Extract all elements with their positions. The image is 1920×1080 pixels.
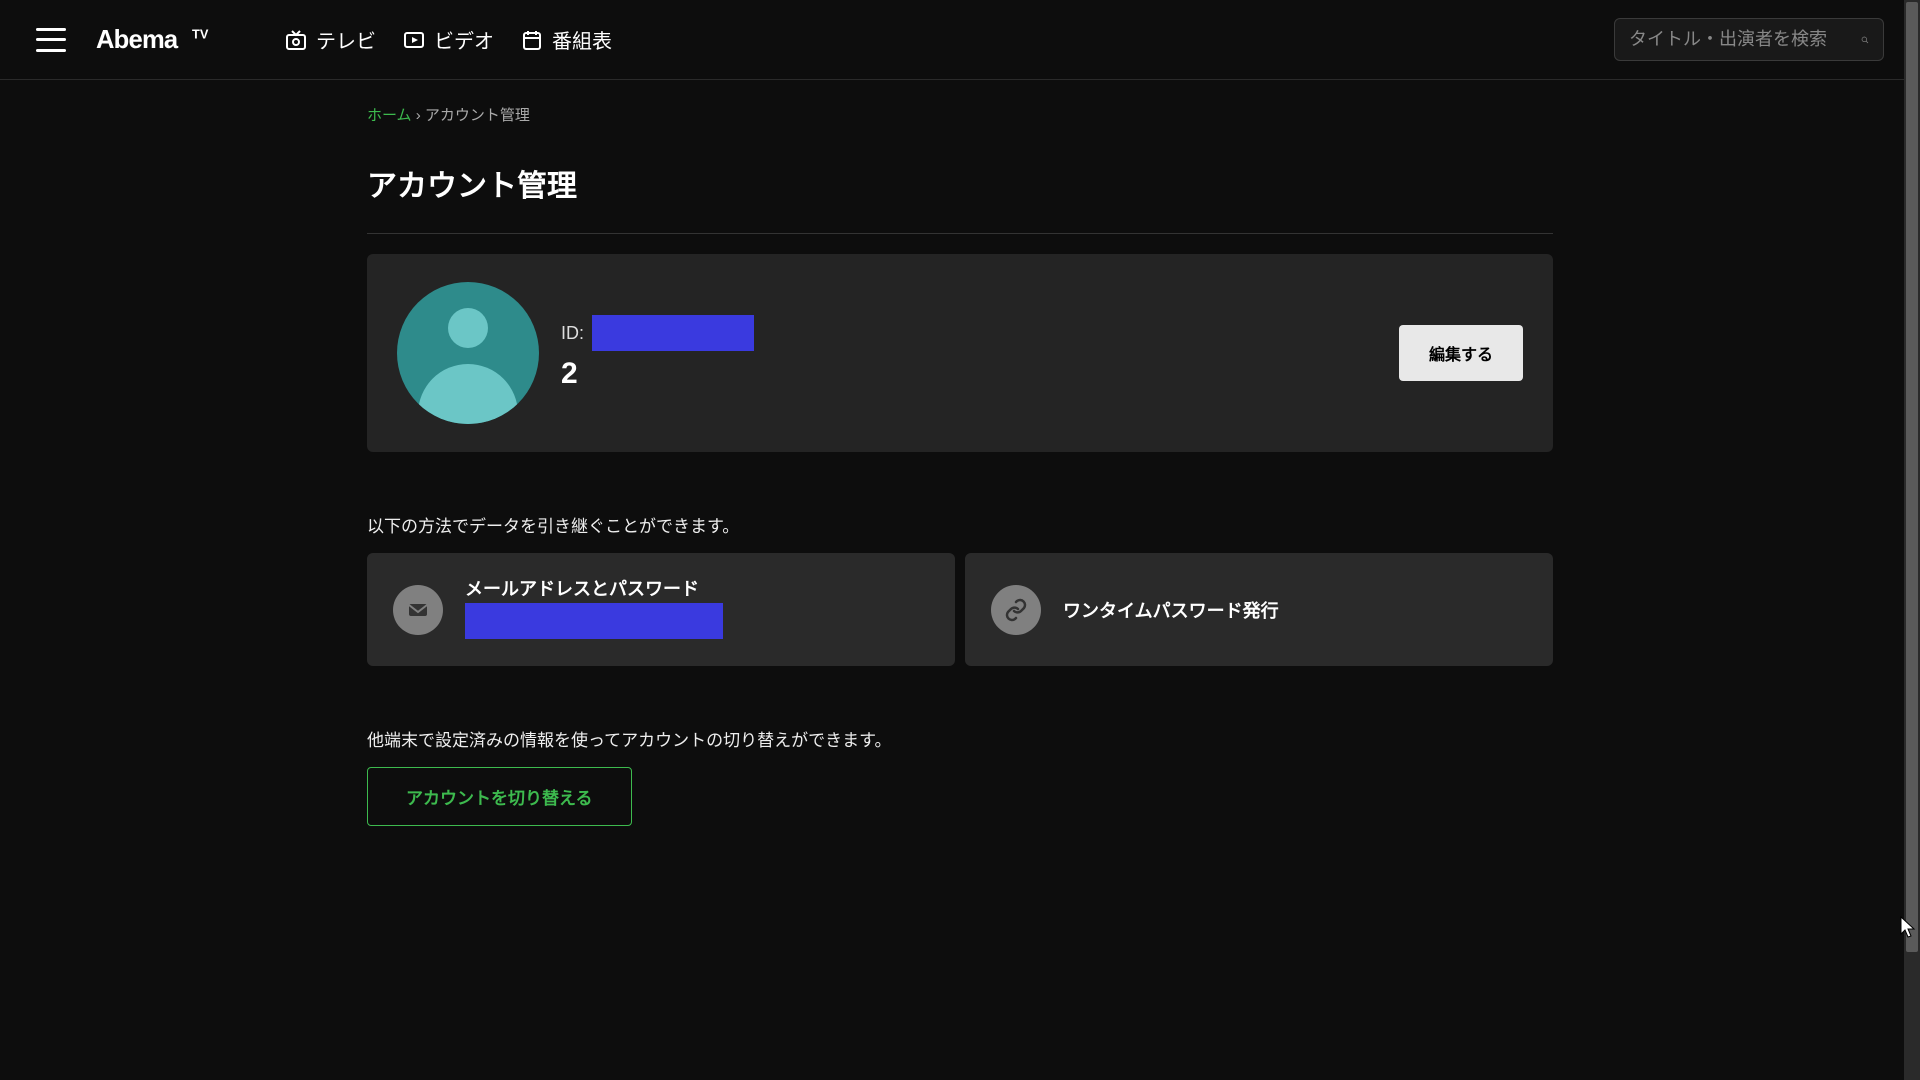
account-name: 2 [561,357,1377,391]
envelope-icon [393,585,443,635]
breadcrumb: ホーム › アカウント管理 [367,104,1553,125]
nav-tv[interactable]: テレビ [284,25,376,54]
switch-description: 他端末で設定済みの情報を使ってアカウントの切り替えができます。 [367,726,1553,751]
hamburger-menu-icon[interactable] [36,28,66,52]
breadcrumb-home[interactable]: ホーム [367,107,412,124]
method-otp-content: ワンタイムパスワード発行 [1063,597,1527,623]
scrollbar[interactable] [1904,0,1920,1080]
breadcrumb-separator: › [416,107,425,124]
nav-label: テレビ [316,25,376,54]
method-otp-card[interactable]: ワンタイムパスワード発行 [965,553,1553,666]
tv-icon [284,28,308,52]
scrollbar-thumb[interactable] [1906,2,1918,952]
id-value-redacted [592,315,754,351]
divider [367,233,1553,234]
nav-label: ビデオ [434,25,494,54]
search-input[interactable] [1629,29,1861,50]
switch-account-button[interactable]: アカウントを切り替える [367,767,632,826]
search-icon [1861,30,1869,50]
inherit-description: 以下の方法でデータを引き継ぐことができます。 [367,512,1553,537]
avatar [397,282,539,424]
account-info-card: ID: 2 編集する [367,254,1553,452]
id-label: ID: [561,323,584,344]
logo[interactable]: Abema TV [96,24,256,56]
link-icon [991,585,1041,635]
search-box[interactable] [1614,18,1884,61]
calendar-icon [520,28,544,52]
method-email-title: メールアドレスとパスワード [465,575,929,601]
account-details: ID: 2 [561,315,1377,391]
nav-label: 番組表 [552,25,612,54]
video-icon [402,28,426,52]
svg-text:Abema: Abema [96,26,179,54]
breadcrumb-current: アカウント管理 [425,107,530,124]
nav-schedule[interactable]: 番組表 [520,25,612,54]
email-value-redacted [465,603,723,639]
svg-text:TV: TV [192,26,209,41]
id-row: ID: [561,315,1377,351]
header: Abema TV テレビ ビデオ [0,0,1920,80]
nav-video[interactable]: ビデオ [402,25,494,54]
method-email-card[interactable]: メールアドレスとパスワード [367,553,955,666]
edit-button[interactable]: 編集する [1399,325,1523,381]
method-email-content: メールアドレスとパスワード [465,575,929,644]
nav-items: テレビ ビデオ 番組表 [284,25,1614,54]
methods-row: メールアドレスとパスワード ワンタイムパスワード発行 [367,553,1553,666]
page-title: アカウント管理 [367,161,1553,205]
method-otp-title: ワンタイムパスワード発行 [1063,597,1527,623]
content: ホーム › アカウント管理 アカウント管理 ID: 2 編集する 以下の方法でデ… [367,80,1553,866]
